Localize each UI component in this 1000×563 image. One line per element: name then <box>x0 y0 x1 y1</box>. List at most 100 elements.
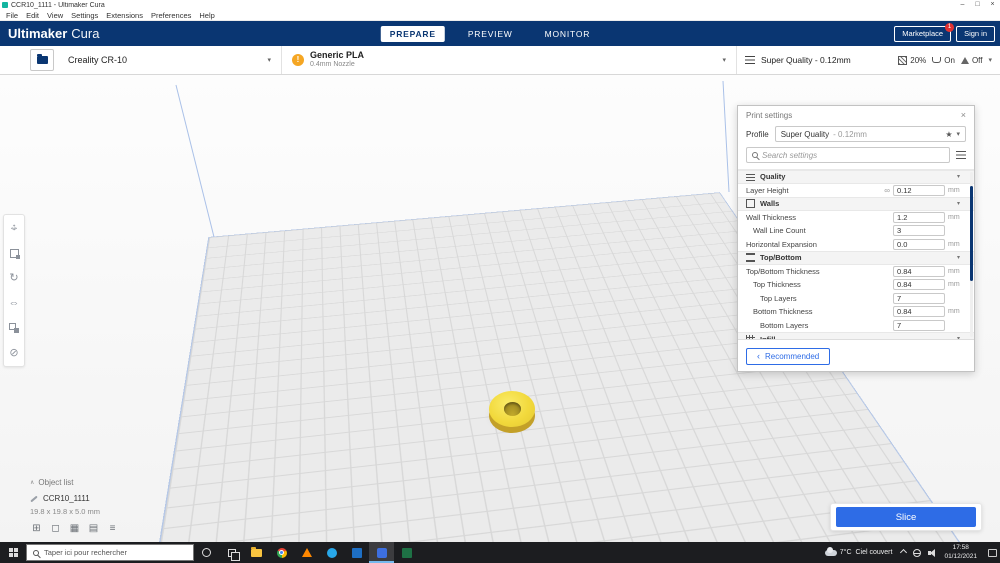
section-walls[interactable]: Walls ▾ <box>738 197 974 211</box>
print-settings-panel: Print settings × Profile Super Quality -… <box>737 105 975 372</box>
setting-bottom-thickness: Bottom Thickness 0.84 mm <box>738 305 974 319</box>
value-input-top-thickness[interactable]: 0.84 <box>893 279 945 291</box>
tab-monitor[interactable]: MONITOR <box>536 26 600 42</box>
menu-view[interactable]: View <box>43 11 67 20</box>
object-list-item[interactable]: CCR10_1111 <box>30 494 119 503</box>
move-tool-button[interactable] <box>6 220 22 236</box>
taskbar-chrome-button[interactable] <box>269 542 294 563</box>
multiply-button[interactable]: ▦ <box>68 522 81 535</box>
taskbar-excel-button[interactable] <box>394 542 419 563</box>
support-blocker-tool-button[interactable]: ⊘ <box>6 345 22 361</box>
settings-search-input[interactable]: Search settings <box>746 147 950 163</box>
scale-tool-button[interactable] <box>6 245 22 261</box>
search-icon <box>33 549 39 556</box>
taskbar-cura-button[interactable] <box>369 542 394 563</box>
per-model-settings-tool-button[interactable] <box>6 320 22 336</box>
weather-widget[interactable]: 7°C Ciel couvert <box>824 546 895 556</box>
tab-prepare[interactable]: PREPARE <box>380 25 445 42</box>
value-input-wall-line-count[interactable]: 3 <box>893 225 945 237</box>
menu-extensions[interactable]: Extensions <box>102 11 147 20</box>
setting-bottom-layers: Bottom Layers 7 <box>738 319 974 333</box>
taskbar-cortana-button[interactable] <box>194 542 219 563</box>
settings-filter-icon[interactable] <box>956 151 966 159</box>
marketplace-button[interactable]: Marketplace 1 <box>894 22 955 42</box>
model-3d[interactable] <box>489 391 535 433</box>
signin-button[interactable]: Sign in <box>956 25 995 42</box>
app-header: Ultimaker Cura PREPARE PREVIEW MONITOR Mar… <box>0 21 1000 46</box>
close-button[interactable]: × <box>985 0 1000 10</box>
scrollbar-thumb[interactable] <box>970 186 973 281</box>
open-file-button[interactable] <box>30 49 54 71</box>
duplicate-icon: ◻ <box>51 523 60 534</box>
action-center-icon[interactable] <box>988 548 997 557</box>
infill-value: 20% <box>910 55 927 65</box>
start-button[interactable] <box>0 542 26 563</box>
settings-list: Quality ▾ Layer Height ∞ 0.12 mm Walls ▾ Wall Th… <box>738 169 974 339</box>
section-label: Quality <box>760 172 786 182</box>
weather-desc: Ciel couvert <box>855 549 893 556</box>
menu-settings[interactable]: Settings <box>67 11 102 20</box>
profile-dropdown[interactable]: Super Quality - 0.12mm ★ ▾ <box>774 126 966 142</box>
taskbar-file-explorer-button[interactable] <box>244 542 269 563</box>
hidden-icons-chevron[interactable] <box>900 548 908 557</box>
menu-bar: File Edit View Settings Extensions Preference… <box>0 10 1000 21</box>
value-input-top-bottom-thickness[interactable]: 0.84 <box>893 265 945 277</box>
speaker-icon[interactable] <box>928 548 937 557</box>
section-quality[interactable]: Quality ▾ <box>738 170 974 184</box>
rotate-tool-button[interactable]: ↻ <box>6 270 22 286</box>
recommended-button[interactable]: ‹ Recommended <box>746 348 831 365</box>
maximize-button[interactable]: □ <box>970 0 985 10</box>
setting-label: Layer Height <box>746 185 789 195</box>
marketplace-label: Marketplace <box>902 29 944 38</box>
taskbar-outlook-button[interactable] <box>344 542 369 563</box>
value-input-wall-thickness[interactable]: 1.2 <box>893 211 945 223</box>
slice-button[interactable]: Slice <box>836 507 976 527</box>
unit-label: mm <box>948 281 960 289</box>
section-top-bottom[interactable]: Top/Bottom ▾ <box>738 251 974 265</box>
duplicate-button[interactable]: ◻ <box>49 522 62 535</box>
value-input-bottom-thickness[interactable]: 0.84 <box>893 306 945 318</box>
add-model-button[interactable]: ⊞ <box>30 522 43 535</box>
arrange-button[interactable]: ▤ <box>87 522 100 535</box>
infill-icon <box>746 335 755 339</box>
chevron-down-icon: ▾ <box>722 57 726 64</box>
menu-help[interactable]: Help <box>195 11 218 20</box>
tab-preview[interactable]: PREVIEW <box>459 26 522 42</box>
network-icon[interactable] <box>913 548 922 557</box>
value-input-top-layers[interactable]: 7 <box>893 292 945 304</box>
setting-label: Horizontal Expansion <box>746 239 817 249</box>
taskbar-search-input[interactable]: Taper ici pour rechercher <box>26 544 194 561</box>
unit-label: mm <box>948 308 960 316</box>
taskbar-vlc-button[interactable] <box>294 542 319 563</box>
taskbar-task-view-button[interactable] <box>219 542 244 563</box>
mirror-tool-button[interactable]: ⇔ <box>6 295 22 311</box>
menu-file[interactable]: File <box>2 11 22 20</box>
menu-edit[interactable]: Edit <box>22 11 43 20</box>
value-input-layer-height[interactable]: 0.12 <box>893 184 945 196</box>
star-icon: ★ <box>945 129 953 139</box>
setting-label: Top Layers <box>760 293 797 303</box>
taskbar-skype-button[interactable] <box>319 542 344 563</box>
printer-selector[interactable]: Creality CR-10 ▾ <box>60 46 282 74</box>
cura-app-icon <box>2 2 8 8</box>
list-button[interactable]: ≡ <box>106 522 119 535</box>
setting-label: Wall Thickness <box>746 212 797 222</box>
print-setup-selector[interactable]: Super Quality - 0.12mm 20% On Off ▾ <box>737 46 1000 74</box>
section-infill[interactable]: Infill ▾ <box>738 332 974 339</box>
object-list-toggle[interactable]: ∧ Object list <box>30 478 119 487</box>
material-selector[interactable]: ! Generic PLA 0.4mm Nozzle ▾ <box>282 46 737 74</box>
close-icon[interactable]: × <box>961 110 966 120</box>
value-input-bottom-layers[interactable]: 7 <box>893 319 945 331</box>
minimize-button[interactable]: – <box>955 0 970 10</box>
cura-icon <box>376 547 387 558</box>
chevron-down-icon: ▾ <box>956 131 960 138</box>
support-value: Off <box>971 55 983 65</box>
setting-top-layers: Top Layers 7 <box>738 292 974 306</box>
profile-detail: - 0.12mm <box>833 129 867 139</box>
settings-scrollbar[interactable] <box>970 172 973 337</box>
taskbar-clock[interactable]: 17:58 01/12/2021 <box>944 544 977 562</box>
menu-preferences[interactable]: Preferences <box>147 11 195 20</box>
task-view-icon <box>227 548 240 561</box>
nozzle-size: 0.4mm Nozzle <box>310 61 355 69</box>
value-input-horizontal-expansion[interactable]: 0.0 <box>893 238 945 250</box>
